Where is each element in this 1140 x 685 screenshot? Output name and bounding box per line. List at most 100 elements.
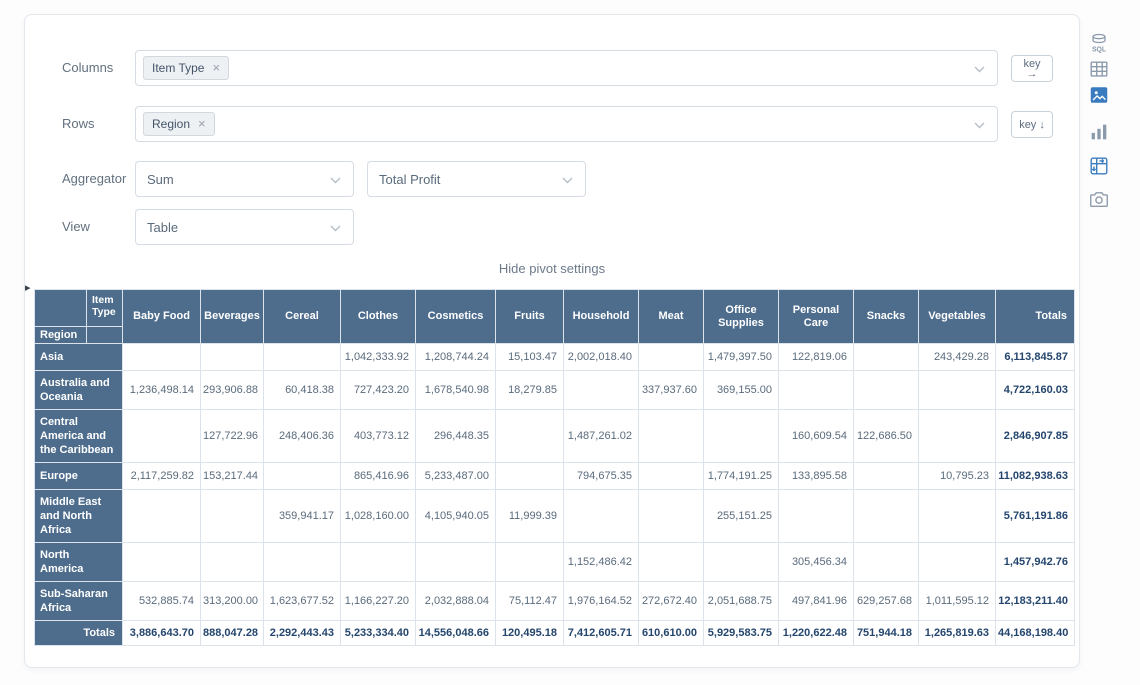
data-cell: 15,103.47 bbox=[496, 344, 564, 371]
data-cell bbox=[416, 543, 496, 582]
column-header: Snacks bbox=[854, 290, 919, 344]
columns-label: Columns bbox=[62, 50, 113, 86]
table-icon[interactable] bbox=[1088, 58, 1110, 80]
pivot-row: Asia1,042,333.921,208,744.2415,103.472,0… bbox=[35, 344, 1075, 371]
pivot-table-container: Item TypeBaby FoodBeveragesCerealClothes… bbox=[34, 289, 1075, 646]
key-button-label: key bbox=[1019, 119, 1036, 131]
image-chart-icon[interactable] bbox=[1088, 84, 1110, 106]
corner-blank-cell bbox=[87, 327, 123, 344]
data-cell bbox=[919, 410, 996, 463]
column-header: Vegetables bbox=[919, 290, 996, 344]
columns-control-row: Columns Item Type × key → bbox=[25, 50, 1079, 86]
rows-select[interactable]: Region × bbox=[135, 106, 998, 142]
data-cell: 1,166,227.20 bbox=[341, 582, 416, 621]
row-total-cell: 5,761,191.86 bbox=[996, 490, 1075, 543]
column-header: Clothes bbox=[341, 290, 416, 344]
right-arrow-icon: → bbox=[1027, 69, 1038, 79]
rows-control-row: Rows Region × key ↓ bbox=[25, 106, 1079, 142]
data-cell: 243,429.28 bbox=[919, 344, 996, 371]
chevron-down-icon bbox=[330, 177, 341, 184]
totals-row: Totals3,886,643.70888,047.282,292,443.43… bbox=[35, 621, 1075, 646]
columns-key-button[interactable]: key → bbox=[1011, 55, 1053, 82]
data-cell: 10,795.23 bbox=[919, 463, 996, 490]
column-header: Cosmetics bbox=[416, 290, 496, 344]
data-cell: 160,609.54 bbox=[779, 410, 854, 463]
data-cell bbox=[854, 543, 919, 582]
data-cell bbox=[201, 490, 264, 543]
data-cell: 403,773.12 bbox=[341, 410, 416, 463]
data-cell bbox=[854, 344, 919, 371]
data-cell: 1,028,160.00 bbox=[341, 490, 416, 543]
data-cell bbox=[639, 463, 704, 490]
data-cell: 133,895.58 bbox=[779, 463, 854, 490]
hide-pivot-settings-link[interactable]: Hide pivot settings bbox=[25, 261, 1079, 276]
columns-tag-remove-icon[interactable]: × bbox=[212, 63, 220, 73]
chevron-down-icon bbox=[974, 122, 985, 129]
aggregator-field-select[interactable]: Total Profit bbox=[367, 161, 586, 197]
column-total-cell: 5,233,334.40 bbox=[341, 621, 416, 646]
column-header: Beverages bbox=[201, 290, 264, 344]
data-cell: 794,675.35 bbox=[564, 463, 639, 490]
data-cell: 4,105,940.05 bbox=[416, 490, 496, 543]
data-cell bbox=[123, 490, 201, 543]
row-header: North America bbox=[35, 543, 123, 582]
aggregator-label: Aggregator bbox=[62, 161, 126, 197]
data-cell: 1,011,595.12 bbox=[919, 582, 996, 621]
pivot-row: Europe2,117,259.82153,217.44865,416.965,… bbox=[35, 463, 1075, 490]
column-total-cell: 1,220,622.48 bbox=[779, 621, 854, 646]
row-header: Middle East and North Africa bbox=[35, 490, 123, 543]
view-selected-value: Table bbox=[147, 220, 178, 235]
column-total-cell: 3,886,643.70 bbox=[123, 621, 201, 646]
data-cell: 337,937.60 bbox=[639, 371, 704, 410]
data-cell: 18,279.85 bbox=[496, 371, 564, 410]
data-cell bbox=[779, 371, 854, 410]
pivot-settings-card: Columns Item Type × key → Rows Region × bbox=[24, 14, 1080, 668]
rows-tag-remove-icon[interactable]: × bbox=[198, 119, 206, 129]
data-cell: 2,117,259.82 bbox=[123, 463, 201, 490]
corner-cell bbox=[35, 290, 87, 327]
column-total-cell: 5,929,583.75 bbox=[704, 621, 779, 646]
data-cell: 1,042,333.92 bbox=[341, 344, 416, 371]
data-cell bbox=[264, 543, 341, 582]
data-cell bbox=[123, 543, 201, 582]
columns-select[interactable]: Item Type × bbox=[135, 50, 998, 86]
pivot-icon[interactable] bbox=[1088, 155, 1110, 177]
rows-key-button[interactable]: key ↓ bbox=[1011, 111, 1053, 138]
data-cell: 532,885.74 bbox=[123, 582, 201, 621]
data-cell bbox=[704, 410, 779, 463]
row-total-cell: 2,846,907.85 bbox=[996, 410, 1075, 463]
data-cell bbox=[123, 410, 201, 463]
data-cell bbox=[264, 463, 341, 490]
data-cell bbox=[854, 371, 919, 410]
data-cell: 272,672.40 bbox=[639, 582, 704, 621]
column-total-cell: 888,047.28 bbox=[201, 621, 264, 646]
data-cell: 1,152,486.42 bbox=[564, 543, 639, 582]
data-cell: 2,051,688.75 bbox=[704, 582, 779, 621]
view-select[interactable]: Table bbox=[135, 209, 354, 245]
data-cell: 1,487,261.02 bbox=[564, 410, 639, 463]
sql-icon[interactable]: SQL bbox=[1088, 32, 1110, 54]
row-total-cell: 11,082,938.63 bbox=[996, 463, 1075, 490]
column-total-cell: 1,265,819.63 bbox=[919, 621, 996, 646]
data-cell bbox=[639, 344, 704, 371]
camera-icon[interactable] bbox=[1088, 188, 1110, 210]
columns-tag-label: Item Type bbox=[152, 61, 204, 75]
row-header: Central America and the Caribbean bbox=[35, 410, 123, 463]
data-cell: 865,416.96 bbox=[341, 463, 416, 490]
column-total-cell: 751,944.18 bbox=[854, 621, 919, 646]
pivot-row: Middle East and North Africa359,941.171,… bbox=[35, 490, 1075, 543]
data-cell: 296,448.35 bbox=[416, 410, 496, 463]
collapse-handle-icon[interactable]: ▸ bbox=[25, 281, 31, 294]
column-total-cell: 7,412,605.71 bbox=[564, 621, 639, 646]
bar-chart-icon[interactable] bbox=[1088, 121, 1110, 143]
data-cell bbox=[854, 463, 919, 490]
data-cell: 305,456.34 bbox=[779, 543, 854, 582]
data-cell: 369,155.00 bbox=[704, 371, 779, 410]
data-cell: 1,208,744.24 bbox=[416, 344, 496, 371]
aggregator-select[interactable]: Sum bbox=[135, 161, 354, 197]
grand-total-cell: 44,168,198.40 bbox=[996, 621, 1075, 646]
data-cell: 1,774,191.25 bbox=[704, 463, 779, 490]
aggregator-selected-value: Sum bbox=[147, 172, 174, 187]
data-cell bbox=[639, 410, 704, 463]
data-cell bbox=[341, 543, 416, 582]
